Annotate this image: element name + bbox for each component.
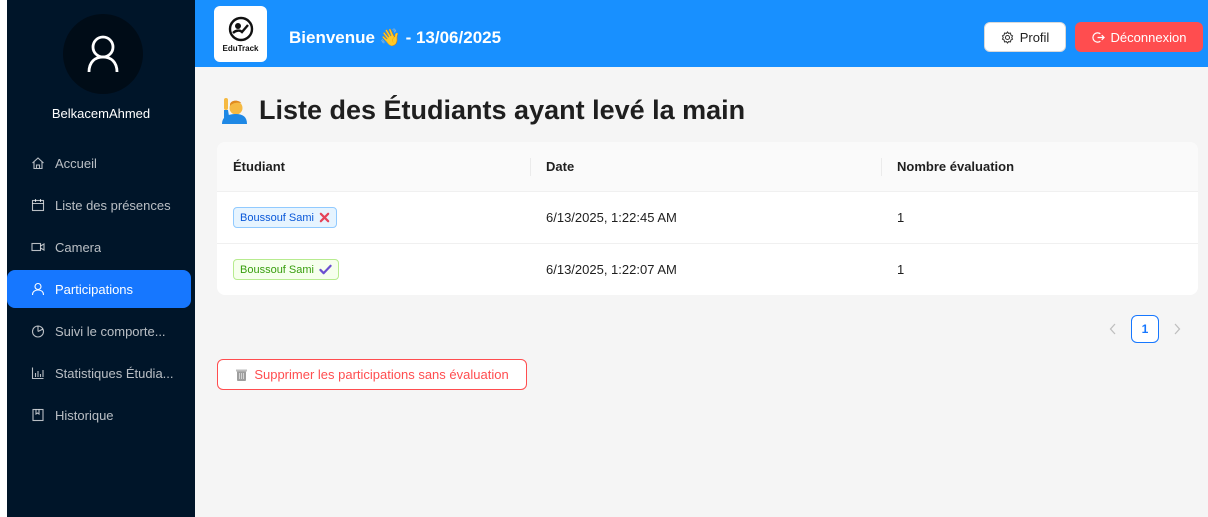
logout-button[interactable]: Déconnexion bbox=[1075, 22, 1203, 52]
table-row: Boussouf Sami 6/13/2025, 1:22:45 AM 1 bbox=[217, 192, 1198, 244]
home-icon bbox=[31, 156, 45, 170]
page-title-text: Liste des Étudiants ayant levé la main bbox=[259, 95, 746, 125]
profil-button[interactable]: Profil bbox=[984, 22, 1066, 52]
page-title: Liste des Étudiants ayant levé la main bbox=[219, 95, 745, 126]
column-header-date: Date bbox=[530, 142, 881, 191]
student-tag[interactable]: Boussouf Sami bbox=[233, 207, 337, 228]
trash-icon bbox=[235, 368, 248, 382]
profil-label: Profil bbox=[1019, 29, 1050, 45]
sidebar-item-camera[interactable]: Camera bbox=[7, 228, 191, 266]
sidebar-item-label: Suivi le comporte... bbox=[55, 323, 166, 339]
student-cell: Boussouf Sami bbox=[217, 244, 530, 295]
gear-icon bbox=[1001, 30, 1014, 44]
avatar[interactable] bbox=[63, 14, 143, 94]
sidebar-item-statistiques[interactable]: Statistiques Étudia... bbox=[7, 354, 191, 392]
main-content: Liste des Étudiants ayant levé la main É… bbox=[195, 67, 1208, 517]
count-cell: 1 bbox=[897, 262, 905, 277]
student-name: Boussouf Sami bbox=[240, 263, 314, 276]
sidebar: BelkacemAhmed Accueil Liste des présence… bbox=[7, 0, 195, 517]
sidebar-item-historique[interactable]: Historique bbox=[7, 396, 191, 434]
student-cell: Boussouf Sami bbox=[217, 192, 530, 243]
chevron-right-icon[interactable] bbox=[1163, 315, 1191, 343]
sidebar-item-label: Statistiques Étudia... bbox=[55, 365, 174, 381]
chevron-left-icon[interactable] bbox=[1099, 315, 1127, 343]
book-icon bbox=[31, 408, 45, 422]
welcome-text: Bienvenue 👋 - 13/06/2025 bbox=[289, 28, 502, 47]
edutrack-logo-icon bbox=[228, 16, 253, 41]
pie-chart-icon bbox=[31, 324, 45, 338]
delete-unevaluated-button[interactable]: Supprimer les participations sans évalua… bbox=[217, 359, 527, 390]
sidebar-item-participations[interactable]: Participations bbox=[7, 270, 191, 308]
window-edge bbox=[0, 0, 7, 517]
user-avatar-icon bbox=[87, 35, 119, 73]
table-row: Boussouf Sami 6/13/2025, 1:22:07 AM 1 bbox=[217, 244, 1198, 295]
sidebar-item-accueil[interactable]: Accueil bbox=[7, 144, 191, 182]
student-tag[interactable]: Boussouf Sami bbox=[233, 259, 339, 280]
cross-icon bbox=[319, 212, 330, 223]
column-header-etudiant: Étudiant bbox=[233, 159, 285, 174]
sidebar-item-suivi-comportement[interactable]: Suivi le comporte... bbox=[7, 312, 191, 350]
student-name: Boussouf Sami bbox=[240, 211, 314, 224]
calendar-icon bbox=[31, 198, 45, 212]
count-cell: 1 bbox=[897, 210, 905, 225]
video-camera-icon bbox=[31, 240, 45, 254]
participations-table: Étudiant Date Nombre évaluation Boussouf… bbox=[217, 142, 1198, 295]
page-number-button[interactable]: 1 bbox=[1131, 315, 1159, 343]
sidebar-item-label: Camera bbox=[55, 239, 102, 255]
sidebar-menu: Accueil Liste des présences Camera Parti… bbox=[7, 144, 195, 438]
table-header: Étudiant Date Nombre évaluation bbox=[217, 142, 1198, 192]
logout-icon bbox=[1091, 31, 1105, 44]
sidebar-item-label: Participations bbox=[55, 281, 134, 297]
delete-button-label: Supprimer les participations sans évalua… bbox=[254, 367, 509, 382]
check-icon bbox=[319, 264, 332, 275]
sidebar-item-label: Liste des présences bbox=[55, 197, 171, 213]
date-cell: 6/13/2025, 1:22:45 AM bbox=[546, 210, 677, 225]
logo-text: EduTrack bbox=[222, 43, 259, 53]
raising-hand-icon bbox=[222, 97, 247, 124]
column-header-nombre-evaluation: Nombre évaluation bbox=[881, 142, 1198, 191]
logout-label: Déconnexion bbox=[1110, 29, 1187, 45]
user-icon bbox=[31, 282, 45, 296]
sidebar-item-label: Accueil bbox=[55, 155, 97, 171]
top-header: EduTrack Bienvenue 👋 - 13/06/2025 Profil… bbox=[195, 0, 1208, 67]
pagination: 1 bbox=[1099, 315, 1191, 343]
sidebar-item-label: Historique bbox=[55, 407, 114, 423]
edutrack-logo: EduTrack bbox=[214, 6, 267, 62]
date-cell: 6/13/2025, 1:22:07 AM bbox=[546, 262, 677, 277]
bar-chart-icon bbox=[31, 366, 45, 380]
app-root: BelkacemAhmed Accueil Liste des présence… bbox=[0, 0, 1208, 517]
username: BelkacemAhmed bbox=[51, 106, 151, 121]
sidebar-item-liste-presences[interactable]: Liste des présences bbox=[7, 186, 191, 224]
